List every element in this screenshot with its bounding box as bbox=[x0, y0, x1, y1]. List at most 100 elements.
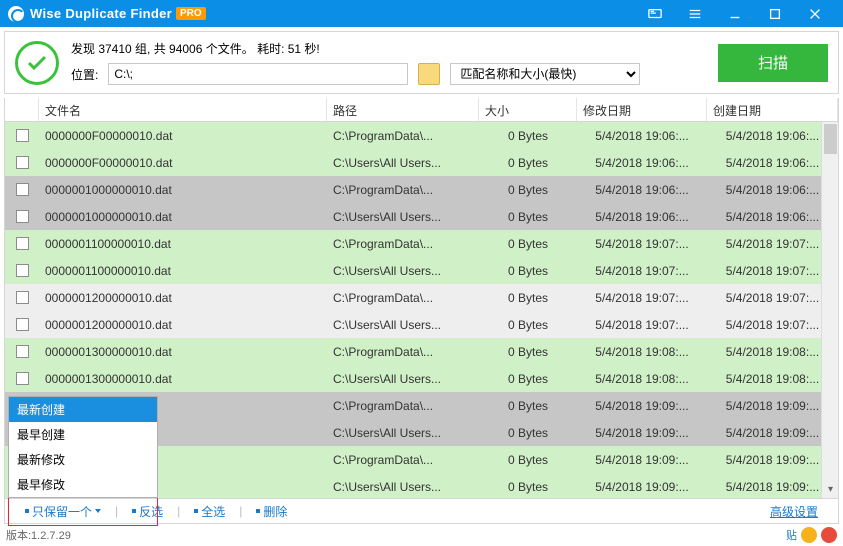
cell-created: 5/4/2018 19:08:... bbox=[707, 345, 838, 359]
match-mode-select[interactable]: 匹配名称和大小(最快) bbox=[450, 63, 640, 85]
table-row[interactable]: 0000001000000010.datC:\ProgramData\...0 … bbox=[5, 176, 838, 203]
cell-modified: 5/4/2018 19:06:... bbox=[577, 156, 707, 170]
table-header: 文件名 路径 大小 修改日期 创建日期 bbox=[4, 98, 839, 122]
menu-icon[interactable] bbox=[675, 0, 715, 27]
cell-modified: 5/4/2018 19:07:... bbox=[577, 264, 707, 278]
chevron-down-icon bbox=[95, 509, 101, 513]
cell-modified: 5/4/2018 19:09:... bbox=[577, 453, 707, 467]
row-checkbox[interactable] bbox=[16, 345, 29, 358]
col-header-size[interactable]: 大小 bbox=[479, 98, 577, 121]
col-header-path[interactable]: 路径 bbox=[327, 98, 479, 121]
cell-path: C:\Users\All Users... bbox=[327, 426, 479, 440]
cell-created: 5/4/2018 19:06:... bbox=[707, 183, 838, 197]
footer-toolbar: 只保留一个 | 反选 | 全选 | 删除 高级设置 bbox=[4, 498, 839, 524]
cell-size: 0 Bytes bbox=[479, 426, 577, 440]
table-row[interactable]: 0000001300000010.datC:\ProgramData\...0 … bbox=[5, 338, 838, 365]
cell-modified: 5/4/2018 19:08:... bbox=[577, 345, 707, 359]
table-row[interactable]: 0000001300000010.datC:\Users\All Users..… bbox=[5, 365, 838, 392]
cell-filename: 0000001200000010.dat bbox=[39, 291, 327, 305]
popup-item[interactable]: 最新修改 bbox=[9, 447, 157, 472]
cell-filename: 0000001100000010.dat bbox=[39, 237, 327, 251]
invert-selection-action[interactable]: 反选 bbox=[120, 503, 175, 520]
table-row[interactable]: 0000001200000010.datC:\Users\All Users..… bbox=[5, 311, 838, 338]
cell-filename: 0000000F00000010.dat bbox=[39, 129, 327, 143]
row-checkbox[interactable] bbox=[16, 372, 29, 385]
cell-created: 5/4/2018 19:06:... bbox=[707, 129, 838, 143]
select-all-action[interactable]: 全选 bbox=[182, 503, 237, 520]
location-input[interactable] bbox=[108, 63, 408, 85]
dot-icon bbox=[256, 509, 260, 513]
summary-panel: 发现 37410 组, 共 94006 个文件。 耗时: 51 秒! 位置: 匹… bbox=[4, 31, 839, 94]
titlebar: Wise Duplicate Finder PRO bbox=[0, 0, 843, 27]
cell-created: 5/4/2018 19:06:... bbox=[707, 156, 838, 170]
status-icon-red[interactable] bbox=[821, 527, 837, 543]
invert-label: 反选 bbox=[139, 503, 163, 520]
version-label: 版本:1.2.7.29 bbox=[6, 527, 71, 543]
tip-label: 贴 bbox=[786, 527, 797, 543]
cell-modified: 5/4/2018 19:09:... bbox=[577, 480, 707, 494]
cell-path: C:\Users\All Users... bbox=[327, 264, 479, 278]
row-checkbox[interactable] bbox=[16, 318, 29, 331]
cell-filename: 0000001100000010.dat bbox=[39, 264, 327, 278]
pro-badge: PRO bbox=[176, 7, 206, 20]
cell-path: C:\ProgramData\... bbox=[327, 129, 479, 143]
location-label: 位置: bbox=[71, 66, 98, 83]
cell-size: 0 Bytes bbox=[479, 183, 577, 197]
cell-size: 0 Bytes bbox=[479, 237, 577, 251]
cell-path: C:\Users\All Users... bbox=[327, 372, 479, 386]
cell-created: 5/4/2018 19:09:... bbox=[707, 480, 838, 494]
status-icon-yellow[interactable] bbox=[801, 527, 817, 543]
cell-modified: 5/4/2018 19:07:... bbox=[577, 237, 707, 251]
popup-item[interactable]: 最早创建 bbox=[9, 422, 157, 447]
cell-created: 5/4/2018 19:06:... bbox=[707, 210, 838, 224]
table-row[interactable]: 0000001100000010.datC:\Users\All Users..… bbox=[5, 257, 838, 284]
keep-one-label: 只保留一个 bbox=[32, 503, 92, 520]
cell-created: 5/4/2018 19:07:... bbox=[707, 318, 838, 332]
table-row[interactable]: 0000000F00000010.datC:\ProgramData\...0 … bbox=[5, 122, 838, 149]
advanced-settings-action[interactable]: 高级设置 bbox=[758, 503, 830, 520]
dot-icon bbox=[25, 509, 29, 513]
col-header-created[interactable]: 创建日期 bbox=[707, 98, 838, 121]
close-button[interactable] bbox=[795, 0, 835, 27]
row-checkbox[interactable] bbox=[16, 183, 29, 196]
cell-filename: 0000001200000010.dat bbox=[39, 318, 327, 332]
cell-filename: 0000000F00000010.dat bbox=[39, 156, 327, 170]
browse-folder-button[interactable] bbox=[418, 63, 440, 85]
row-checkbox[interactable] bbox=[16, 156, 29, 169]
feedback-icon[interactable] bbox=[635, 0, 675, 27]
row-checkbox[interactable] bbox=[16, 264, 29, 277]
cell-path: C:\ProgramData\... bbox=[327, 345, 479, 359]
cell-path: C:\ProgramData\... bbox=[327, 453, 479, 467]
maximize-button[interactable] bbox=[755, 0, 795, 27]
popup-item[interactable]: 最新创建 bbox=[9, 397, 157, 422]
cell-created: 5/4/2018 19:07:... bbox=[707, 237, 838, 251]
table-row[interactable]: 0000001200000010.datC:\ProgramData\...0 … bbox=[5, 284, 838, 311]
cell-path: C:\ProgramData\... bbox=[327, 399, 479, 413]
cell-size: 0 Bytes bbox=[479, 345, 577, 359]
row-checkbox[interactable] bbox=[16, 129, 29, 142]
row-checkbox[interactable] bbox=[16, 291, 29, 304]
cell-size: 0 Bytes bbox=[479, 156, 577, 170]
cell-size: 0 Bytes bbox=[479, 399, 577, 413]
minimize-button[interactable] bbox=[715, 0, 755, 27]
keep-one-action[interactable]: 只保留一个 bbox=[13, 503, 113, 520]
table-row[interactable]: 0000001000000010.datC:\Users\All Users..… bbox=[5, 203, 838, 230]
scrollbar-thumb[interactable] bbox=[824, 124, 837, 154]
col-header-modified[interactable]: 修改日期 bbox=[577, 98, 707, 121]
vertical-scrollbar[interactable]: ▾ bbox=[821, 122, 838, 498]
table-row[interactable]: 0000000F00000010.datC:\Users\All Users..… bbox=[5, 149, 838, 176]
row-checkbox[interactable] bbox=[16, 210, 29, 223]
table-row[interactable]: 0000001100000010.datC:\ProgramData\...0 … bbox=[5, 230, 838, 257]
cell-modified: 5/4/2018 19:07:... bbox=[577, 291, 707, 305]
popup-item[interactable]: 最早修改 bbox=[9, 472, 157, 497]
delete-action[interactable]: 删除 bbox=[244, 503, 299, 520]
summary-text: 发现 37410 组, 共 94006 个文件。 耗时: 51 秒! bbox=[71, 40, 706, 57]
scrollbar-down-icon[interactable]: ▾ bbox=[822, 481, 839, 498]
cell-filename: 0000001000000010.dat bbox=[39, 183, 327, 197]
cell-modified: 5/4/2018 19:08:... bbox=[577, 372, 707, 386]
dot-icon bbox=[194, 509, 198, 513]
col-header-name[interactable]: 文件名 bbox=[39, 98, 327, 121]
dot-icon bbox=[132, 509, 136, 513]
scan-button[interactable]: 扫描 bbox=[718, 44, 828, 82]
row-checkbox[interactable] bbox=[16, 237, 29, 250]
